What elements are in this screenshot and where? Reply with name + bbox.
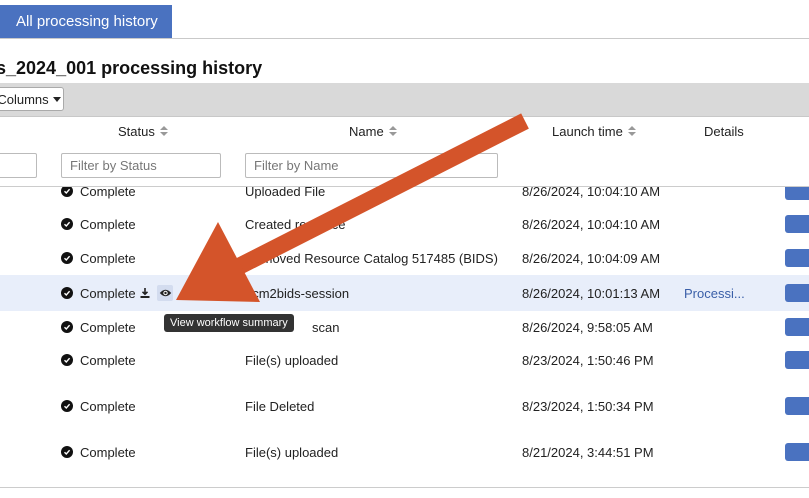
status-cell: Complete	[61, 311, 136, 343]
column-header-details: Details	[704, 117, 744, 145]
sort-icon	[388, 126, 397, 136]
table-row: Complete dcm2bids-session 8/26/2024, 10:…	[0, 275, 809, 311]
table-toolbar: Columns	[0, 83, 809, 117]
table-row: Complete Uploaded File 8/26/2024, 10:04:…	[0, 187, 809, 207]
launch-time-cell: 8/26/2024, 10:04:10 AM	[522, 187, 661, 199]
column-header-label: Details	[704, 123, 744, 139]
caret-down-icon	[52, 96, 61, 102]
status-cell: Complete	[61, 275, 136, 311]
table-row: Complete Created resource 8/26/2024, 10:…	[0, 207, 809, 241]
row-action-button[interactable]	[785, 443, 809, 461]
status-cell: Complete	[61, 389, 136, 423]
check-circle-icon	[61, 287, 73, 299]
name-cell: File(s) uploaded	[245, 352, 339, 368]
row-action-button[interactable]	[785, 249, 809, 267]
row-action-button[interactable]	[785, 187, 809, 200]
table-row: Complete File Deleted 8/23/2024, 1:50:34…	[0, 389, 809, 423]
row-action-button[interactable]	[785, 397, 809, 415]
status-text: Complete	[80, 398, 136, 414]
table-row: Complete scan 8/26/2024, 9:58:05 AM	[0, 311, 809, 343]
row-hover-actions	[137, 275, 173, 311]
launch-time-cell: 8/23/2024, 1:50:34 PM	[522, 398, 654, 414]
check-circle-icon	[61, 321, 73, 333]
name-filter-input[interactable]	[245, 153, 498, 178]
eye-icon[interactable]	[157, 285, 173, 301]
status-text: Complete	[80, 216, 136, 232]
table-bottom-border	[0, 487, 809, 488]
check-circle-icon	[61, 187, 73, 197]
launch-time-cell: 8/26/2024, 9:58:05 AM	[522, 319, 653, 335]
row-action-button[interactable]	[785, 215, 809, 233]
column-header-launch-time[interactable]: Launch time	[552, 117, 636, 145]
name-cell: File(s) uploaded	[245, 444, 339, 460]
name-cell: dcm2bids-session	[245, 285, 350, 301]
row-action-button[interactable]	[785, 284, 809, 302]
launch-time-cell: 8/26/2024, 10:01:13 AM	[522, 285, 661, 301]
status-filter-input[interactable]	[61, 153, 221, 178]
status-cell: Complete	[61, 241, 136, 275]
check-circle-icon	[61, 446, 73, 458]
status-cell: Complete	[61, 343, 136, 377]
name-cell: scan	[312, 319, 340, 335]
sort-icon	[627, 126, 636, 136]
check-circle-icon	[61, 400, 73, 412]
page-title: s_2024_001 processing history	[0, 58, 263, 78]
table-header: Status Name Launch time Details	[0, 117, 809, 145]
name-cell: Uploaded File	[245, 187, 326, 199]
tab-bar: All processing history	[0, 0, 809, 39]
status-text: Complete	[80, 444, 136, 460]
check-circle-icon	[61, 252, 73, 264]
column-header-label: Launch time	[552, 123, 623, 139]
status-text: Complete	[80, 250, 136, 266]
table-row: Complete File(s) uploaded 8/21/2024, 3:4…	[0, 435, 809, 469]
status-cell: Complete	[61, 435, 136, 469]
check-circle-icon	[61, 218, 73, 230]
tab-all-processing-history[interactable]: All processing history	[0, 5, 172, 38]
status-text: Complete	[80, 319, 136, 335]
name-cell: Created resource	[245, 216, 346, 232]
row-action-button[interactable]	[785, 351, 809, 369]
check-circle-icon	[61, 354, 73, 366]
column-header-name[interactable]: Name	[349, 117, 397, 145]
status-text: Complete	[80, 285, 136, 301]
tooltip: View workflow summary	[164, 314, 294, 332]
status-text: Complete	[80, 352, 136, 368]
launch-time-cell: 8/21/2024, 3:44:51 PM	[522, 444, 654, 460]
sort-icon	[159, 126, 168, 136]
launch-time-cell: 8/26/2024, 10:04:10 AM	[522, 216, 661, 232]
tab-label: All processing history	[16, 13, 158, 30]
column-header-label: Status	[118, 123, 155, 139]
table-row: Complete File(s) uploaded 8/23/2024, 1:5…	[0, 343, 809, 377]
history-table-body: Complete Uploaded File 8/26/2024, 10:04:…	[0, 187, 809, 487]
name-cell: Removed Resource Catalog 517485 (BIDS)	[245, 250, 498, 266]
columns-button[interactable]: Columns	[0, 87, 64, 111]
download-icon[interactable]	[137, 285, 153, 301]
details-link[interactable]: Processi...	[684, 275, 745, 311]
columns-label: Columns	[0, 91, 49, 107]
filter-row	[0, 146, 809, 187]
name-cell: File Deleted	[245, 398, 315, 414]
row-action-button[interactable]	[785, 318, 809, 336]
status-cell: Complete	[61, 207, 136, 241]
status-text: Complete	[80, 187, 136, 199]
filter-input-first-column[interactable]	[0, 153, 37, 178]
launch-time-cell: 8/23/2024, 1:50:46 PM	[522, 352, 654, 368]
column-header-status[interactable]: Status	[118, 117, 168, 145]
column-header-label: Name	[349, 123, 384, 139]
table-row: Complete Removed Resource Catalog 517485…	[0, 241, 809, 275]
launch-time-cell: 8/26/2024, 10:04:09 AM	[522, 250, 661, 266]
status-cell: Complete	[61, 187, 136, 207]
